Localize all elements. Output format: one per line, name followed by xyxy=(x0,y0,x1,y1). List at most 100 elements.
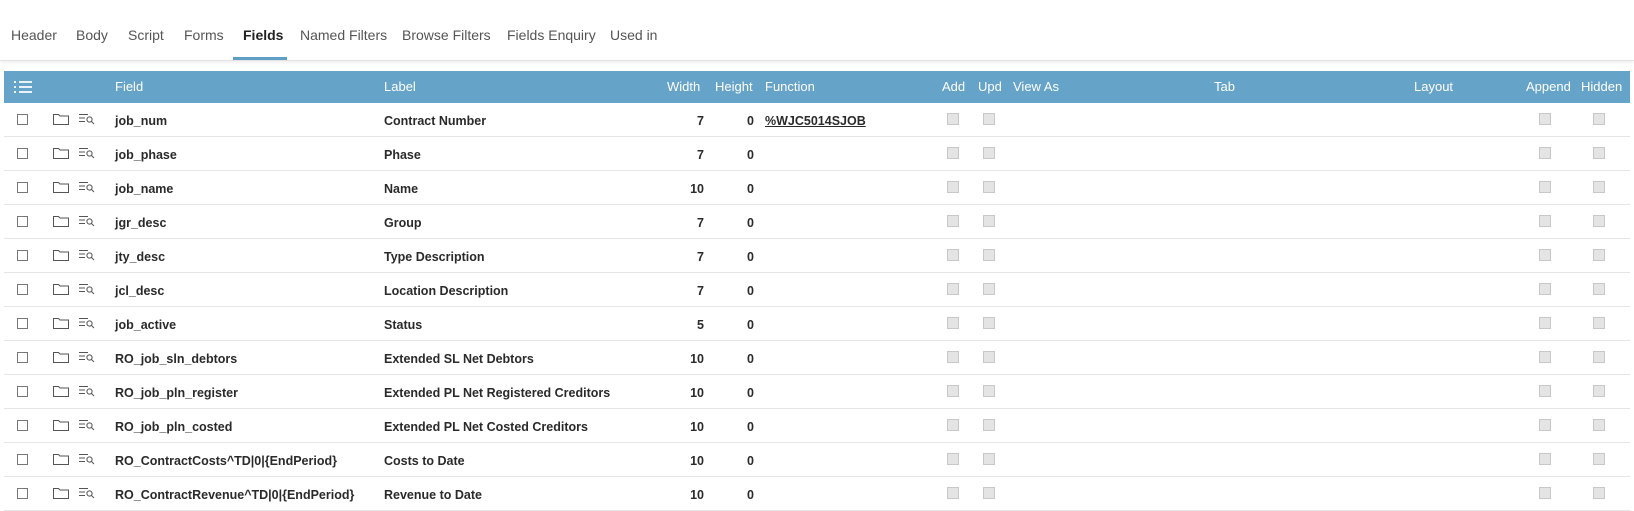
table-row[interactable]: RO_job_pln_costed Extended PL Net Costed … xyxy=(4,409,1630,443)
col-header-view-as[interactable]: View As xyxy=(1013,79,1059,94)
col-header-hidden[interactable]: Hidden xyxy=(1581,79,1622,94)
tab-fields[interactable]: Fields xyxy=(243,27,283,43)
table-row[interactable]: jgr_desc Group 7 0 xyxy=(4,205,1630,239)
field-name: RO_ContractRevenue^TD|0|{EndPeriod} xyxy=(115,488,355,502)
table-row[interactable]: job_active Status 5 0 xyxy=(4,307,1630,341)
tab-script[interactable]: Script xyxy=(128,27,164,43)
col-header-field[interactable]: Field xyxy=(115,79,143,94)
col-header-tab[interactable]: Tab xyxy=(1214,79,1235,94)
folder-icon[interactable] xyxy=(53,147,69,159)
field-width: 7 xyxy=(697,148,704,162)
field-name: job_num xyxy=(115,114,168,128)
col-header-function[interactable]: Function xyxy=(765,79,815,94)
col-header-height[interactable]: Height xyxy=(715,79,753,94)
list-search-icon[interactable] xyxy=(79,181,95,193)
col-header-width[interactable]: Width xyxy=(667,79,700,94)
add-checkbox xyxy=(947,249,959,261)
row-select-checkbox[interactable] xyxy=(17,216,28,227)
folder-icon[interactable] xyxy=(53,487,69,499)
folder-icon[interactable] xyxy=(53,351,69,363)
hidden-checkbox xyxy=(1593,147,1605,159)
folder-icon[interactable] xyxy=(53,113,69,125)
table-row[interactable]: job_phase Phase 7 0 xyxy=(4,137,1630,171)
field-name: jty_desc xyxy=(115,250,166,264)
row-select-checkbox[interactable] xyxy=(17,318,28,329)
hidden-checkbox xyxy=(1593,283,1605,295)
upd-checkbox xyxy=(983,351,995,363)
row-select-checkbox[interactable] xyxy=(17,488,28,499)
fields-grid: Field Label Width Height Function Add Up… xyxy=(4,71,1630,511)
tab-used-in[interactable]: Used in xyxy=(610,27,657,43)
field-width: 7 xyxy=(697,284,704,298)
upd-checkbox xyxy=(983,419,995,431)
hidden-checkbox xyxy=(1593,181,1605,193)
tab-header[interactable]: Header xyxy=(11,27,57,43)
row-select-checkbox[interactable] xyxy=(17,454,28,465)
row-select-checkbox[interactable] xyxy=(17,148,28,159)
table-row[interactable]: job_name Name 10 0 xyxy=(4,171,1630,205)
row-select-checkbox[interactable] xyxy=(17,420,28,431)
list-search-icon[interactable] xyxy=(79,147,95,159)
field-width: 10 xyxy=(690,488,704,502)
list-search-icon[interactable] xyxy=(79,487,95,499)
function-link[interactable]: %WJC5014SJOB xyxy=(765,114,866,128)
field-name: job_active xyxy=(115,318,177,332)
row-select-checkbox[interactable] xyxy=(17,352,28,363)
folder-icon[interactable] xyxy=(53,317,69,329)
list-search-icon[interactable] xyxy=(79,351,95,363)
list-menu-icon[interactable] xyxy=(14,80,32,94)
folder-icon[interactable] xyxy=(53,385,69,397)
field-label: Revenue to Date xyxy=(384,488,482,502)
append-checkbox xyxy=(1539,419,1551,431)
folder-icon[interactable] xyxy=(53,453,69,465)
tab-named-filters[interactable]: Named Filters xyxy=(300,27,387,43)
row-select-checkbox[interactable] xyxy=(17,182,28,193)
add-checkbox xyxy=(947,385,959,397)
table-row[interactable]: RO_ContractRevenue^TD|0|{EndPeriod} Reven… xyxy=(4,477,1630,511)
col-header-append[interactable]: Append xyxy=(1526,79,1571,94)
list-search-icon[interactable] xyxy=(79,113,95,125)
tab-body[interactable]: Body xyxy=(76,27,108,43)
table-row[interactable]: job_num Contract Number 7 0 %WJC5014SJOB xyxy=(4,103,1630,137)
list-search-icon[interactable] xyxy=(79,249,95,261)
table-row[interactable]: RO_job_pln_register Extended PL Net Regis… xyxy=(4,375,1630,409)
col-header-layout[interactable]: Layout xyxy=(1414,79,1453,94)
table-row[interactable]: jty_desc Type Description 7 0 xyxy=(4,239,1630,273)
row-select-checkbox[interactable] xyxy=(17,284,28,295)
list-search-icon[interactable] xyxy=(79,317,95,329)
field-label: Costs to Date xyxy=(384,454,465,468)
list-search-icon[interactable] xyxy=(79,453,95,465)
add-checkbox xyxy=(947,215,959,227)
row-select-checkbox[interactable] xyxy=(17,386,28,397)
list-search-icon[interactable] xyxy=(79,419,95,431)
folder-icon[interactable] xyxy=(53,249,69,261)
table-row[interactable]: RO_job_sln_debtors Extended SL Net Debtor… xyxy=(4,341,1630,375)
col-header-label[interactable]: Label xyxy=(384,79,416,94)
row-select-checkbox[interactable] xyxy=(17,250,28,261)
list-search-icon[interactable] xyxy=(79,385,95,397)
folder-icon[interactable] xyxy=(53,181,69,193)
row-select-checkbox[interactable] xyxy=(17,114,28,125)
list-search-icon[interactable] xyxy=(79,215,95,227)
folder-icon[interactable] xyxy=(53,215,69,227)
hidden-checkbox xyxy=(1593,487,1605,499)
col-header-upd[interactable]: Upd xyxy=(978,79,1002,94)
field-height: 0 xyxy=(747,488,754,502)
field-name: RO_job_sln_debtors xyxy=(115,352,238,366)
list-search-icon[interactable] xyxy=(79,283,95,295)
table-row[interactable]: jcl_desc Location Description 7 0 xyxy=(4,273,1630,307)
add-checkbox xyxy=(947,317,959,329)
append-checkbox xyxy=(1539,215,1551,227)
table-row[interactable]: RO_ContractCosts^TD|0|{EndPeriod} Costs t… xyxy=(4,443,1630,477)
tab-browse-filters[interactable]: Browse Filters xyxy=(402,27,491,43)
field-width: 7 xyxy=(697,216,704,230)
tab-fields-enquiry[interactable]: Fields Enquiry xyxy=(507,27,596,43)
field-height: 0 xyxy=(747,386,754,400)
upd-checkbox xyxy=(983,113,995,125)
field-label: Name xyxy=(384,182,419,196)
tab-forms[interactable]: Forms xyxy=(184,27,224,43)
folder-icon[interactable] xyxy=(53,283,69,295)
folder-icon[interactable] xyxy=(53,419,69,431)
col-header-add[interactable]: Add xyxy=(942,79,965,94)
field-label: Extended SL Net Debtors xyxy=(384,352,534,366)
